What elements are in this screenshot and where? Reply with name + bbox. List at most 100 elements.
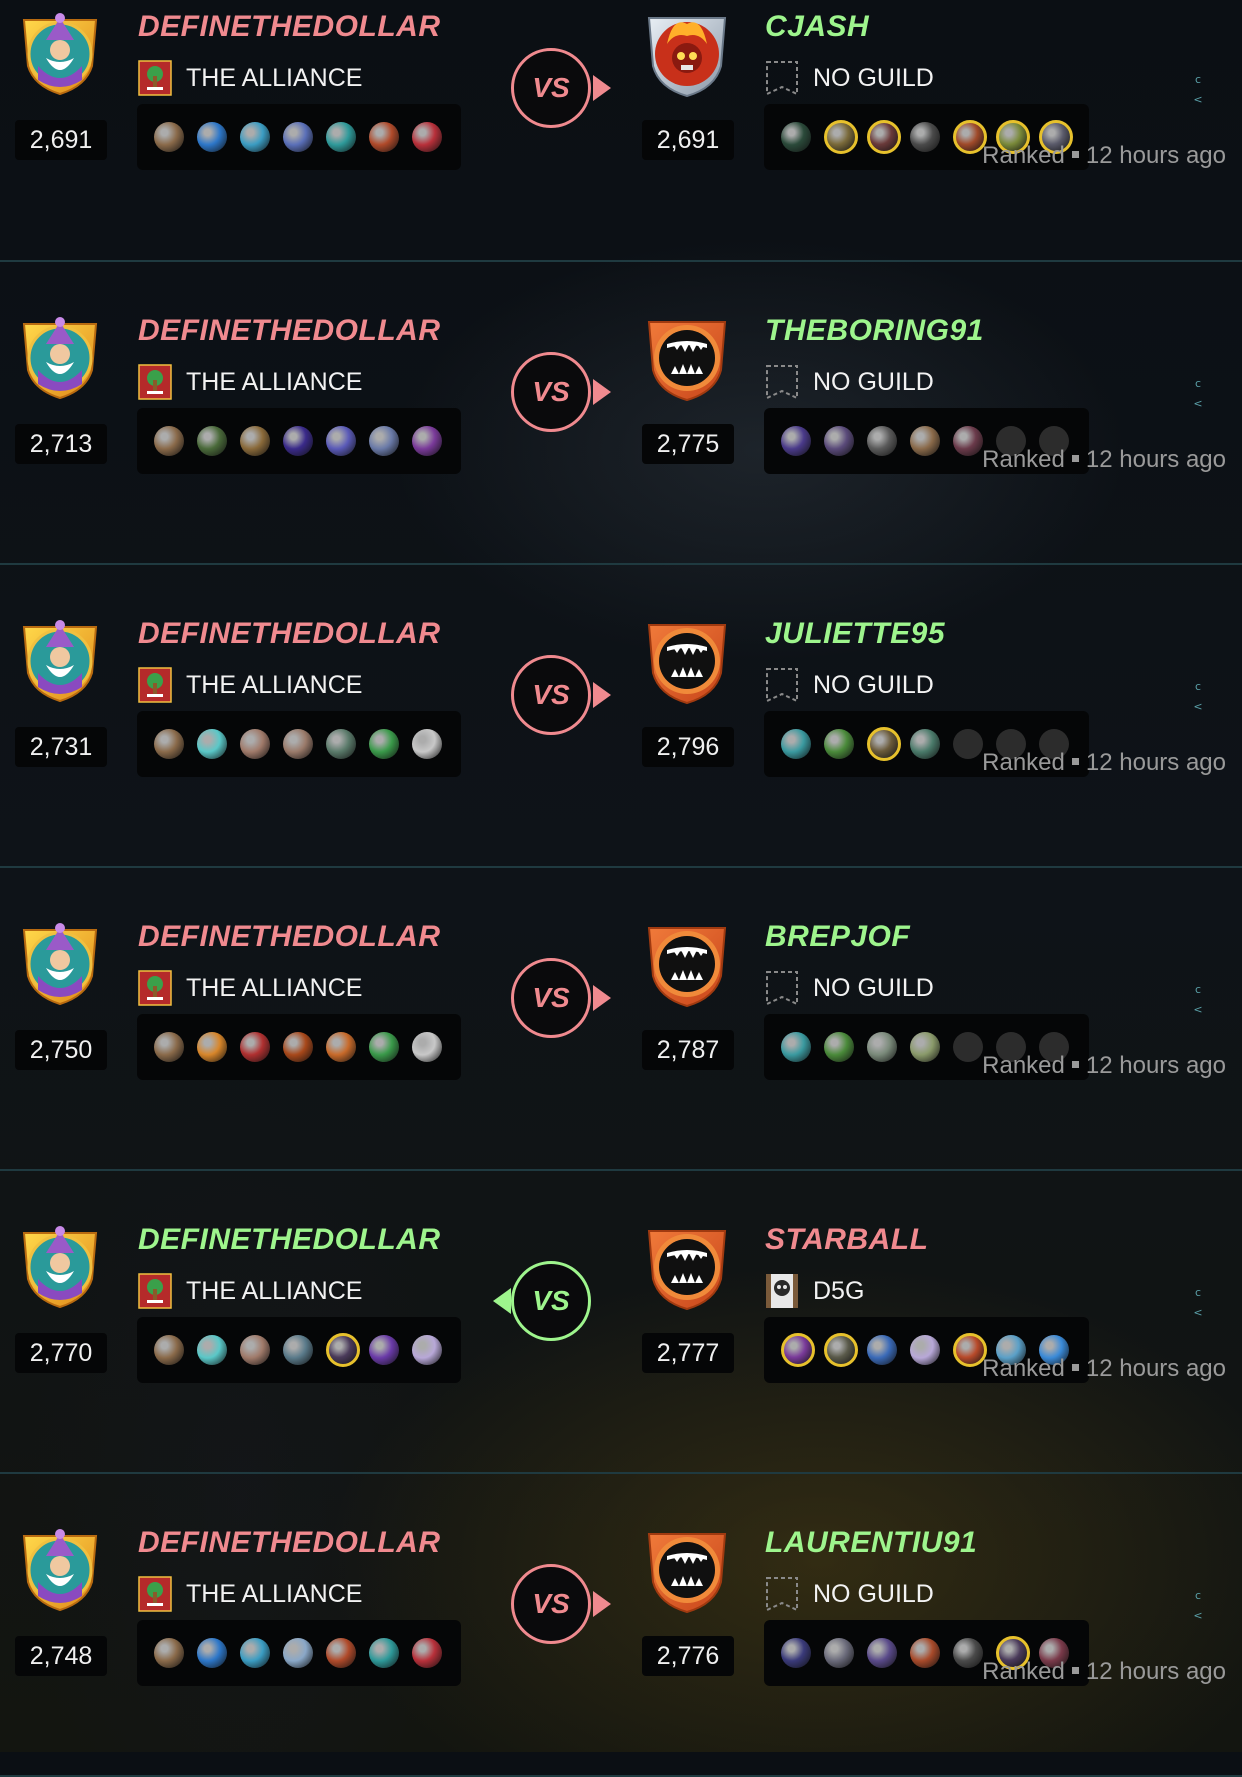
battle-row[interactable]: 2,731 DEFINETHEDOLLAR THE ALLIANCE 2,796 J…	[0, 565, 1242, 868]
monster-card-icon[interactable]	[824, 729, 854, 759]
monster-card-icon[interactable]	[781, 729, 811, 759]
monster-card-icon[interactable]	[781, 122, 811, 152]
opponent-avatar-shield[interactable]	[643, 10, 731, 98]
vs-badge[interactable]: VS	[511, 48, 591, 128]
monster-card-icon[interactable]	[369, 1032, 399, 1062]
monster-card-icon[interactable]	[824, 1032, 854, 1062]
player-name-link[interactable]: DEFINETHEDOLLAR	[138, 314, 441, 348]
battle-row[interactable]: 2,750 DEFINETHEDOLLAR THE ALLIANCE 2,787 B…	[0, 868, 1242, 1171]
monster-card-icon[interactable]	[326, 1638, 356, 1668]
monster-card-icon[interactable]	[197, 1032, 227, 1062]
monster-card-icon[interactable]	[283, 729, 313, 759]
monster-card-icon[interactable]	[781, 1333, 815, 1367]
opponent-name-link[interactable]: LAURENTIU91	[765, 1526, 977, 1560]
monster-card-icon[interactable]	[154, 1335, 184, 1365]
monster-card-icon[interactable]	[154, 1032, 184, 1062]
vs-badge[interactable]: VS	[511, 1564, 591, 1644]
monster-card-icon[interactable]	[369, 426, 399, 456]
share-replay-icon[interactable]: c <	[1192, 980, 1204, 1020]
monster-card-icon[interactable]	[154, 122, 184, 152]
opponent-avatar-shield[interactable]	[643, 1526, 731, 1614]
monster-card-icon[interactable]	[412, 1032, 442, 1062]
opponent-name-link[interactable]: CJASH	[765, 10, 869, 44]
player-avatar-shield[interactable]	[16, 920, 104, 1008]
monster-card-icon[interactable]	[910, 426, 940, 456]
monster-card-icon[interactable]	[781, 1032, 811, 1062]
monster-card-icon[interactable]	[412, 426, 442, 456]
opponent-guild[interactable]: NO GUILD	[765, 364, 934, 400]
opponent-guild[interactable]: NO GUILD	[765, 970, 934, 1006]
monster-card-icon[interactable]	[369, 1638, 399, 1668]
share-replay-icon[interactable]: c <	[1192, 1586, 1204, 1626]
monster-card-icon[interactable]	[369, 729, 399, 759]
monster-card-icon[interactable]	[781, 426, 811, 456]
monster-card-icon[interactable]	[412, 1335, 442, 1365]
monster-card-icon[interactable]	[326, 1333, 360, 1367]
monster-card-icon[interactable]	[867, 727, 901, 761]
player-name-link[interactable]: DEFINETHEDOLLAR	[138, 10, 441, 44]
monster-card-icon[interactable]	[369, 1335, 399, 1365]
monster-card-icon[interactable]	[412, 729, 442, 759]
player-avatar-shield[interactable]	[16, 1526, 104, 1614]
monster-card-icon[interactable]	[369, 122, 399, 152]
monster-card-icon[interactable]	[910, 1032, 940, 1062]
monster-card-icon[interactable]	[197, 426, 227, 456]
monster-card-icon[interactable]	[240, 729, 270, 759]
player-avatar-shield[interactable]	[16, 314, 104, 402]
monster-card-icon[interactable]	[326, 426, 356, 456]
monster-card-icon[interactable]	[910, 1638, 940, 1668]
monster-card-icon[interactable]	[283, 1335, 313, 1365]
vs-badge[interactable]: VS	[511, 655, 591, 735]
monster-card-icon[interactable]	[154, 426, 184, 456]
monster-card-icon[interactable]	[326, 122, 356, 152]
share-replay-icon[interactable]: c <	[1192, 1283, 1204, 1323]
monster-card-icon[interactable]	[867, 120, 901, 154]
player-avatar-shield[interactable]	[16, 617, 104, 705]
monster-card-icon[interactable]	[283, 1032, 313, 1062]
battle-row[interactable]: 2,691 DEFINETHEDOLLAR THE ALLIANCE 2,691 C…	[0, 0, 1242, 262]
vs-badge[interactable]: VS	[511, 1261, 591, 1341]
opponent-name-link[interactable]: THEBORING91	[765, 314, 984, 348]
share-replay-icon[interactable]: c <	[1192, 70, 1204, 110]
monster-card-icon[interactable]	[910, 729, 940, 759]
monster-card-icon[interactable]	[283, 426, 313, 456]
monster-card-icon[interactable]	[240, 1032, 270, 1062]
monster-card-icon[interactable]	[197, 1335, 227, 1365]
monster-card-icon[interactable]	[824, 1333, 858, 1367]
player-avatar-shield[interactable]	[16, 1223, 104, 1311]
monster-card-icon[interactable]	[867, 426, 897, 456]
share-replay-icon[interactable]: c <	[1192, 374, 1204, 414]
opponent-guild[interactable]: NO GUILD	[765, 1576, 934, 1612]
player-name-link[interactable]: DEFINETHEDOLLAR	[138, 617, 441, 651]
monster-card-icon[interactable]	[197, 1638, 227, 1668]
share-replay-icon[interactable]: c <	[1192, 677, 1204, 717]
vs-badge[interactable]: VS	[511, 352, 591, 432]
opponent-avatar-shield[interactable]	[643, 314, 731, 402]
player-name-link[interactable]: DEFINETHEDOLLAR	[138, 920, 441, 954]
player-name-link[interactable]: DEFINETHEDOLLAR	[138, 1223, 441, 1257]
monster-card-icon[interactable]	[953, 426, 983, 456]
opponent-avatar-shield[interactable]	[643, 1223, 731, 1311]
player-guild[interactable]: THE ALLIANCE	[138, 1273, 362, 1309]
opponent-guild[interactable]: D5G	[765, 1273, 864, 1309]
monster-card-icon[interactable]	[824, 120, 858, 154]
opponent-avatar-shield[interactable]	[643, 617, 731, 705]
monster-card-icon[interactable]	[154, 729, 184, 759]
monster-card-icon[interactable]	[240, 1638, 270, 1668]
monster-card-icon[interactable]	[154, 1638, 184, 1668]
player-name-link[interactable]: DEFINETHEDOLLAR	[138, 1526, 441, 1560]
monster-card-icon[interactable]	[240, 426, 270, 456]
opponent-name-link[interactable]: BREPJOF	[765, 920, 910, 954]
monster-card-icon[interactable]	[824, 1638, 854, 1668]
monster-card-icon[interactable]	[824, 426, 854, 456]
monster-card-icon[interactable]	[283, 122, 313, 152]
monster-card-icon[interactable]	[910, 122, 940, 152]
player-guild[interactable]: THE ALLIANCE	[138, 60, 362, 96]
monster-card-icon[interactable]	[867, 1638, 897, 1668]
monster-card-icon[interactable]	[326, 1032, 356, 1062]
battle-row[interactable]: 2,713 DEFINETHEDOLLAR THE ALLIANCE 2,775 T…	[0, 262, 1242, 565]
monster-card-icon[interactable]	[240, 122, 270, 152]
monster-card-icon[interactable]	[867, 1032, 897, 1062]
player-guild[interactable]: THE ALLIANCE	[138, 1576, 362, 1612]
player-avatar-shield[interactable]	[16, 10, 104, 98]
